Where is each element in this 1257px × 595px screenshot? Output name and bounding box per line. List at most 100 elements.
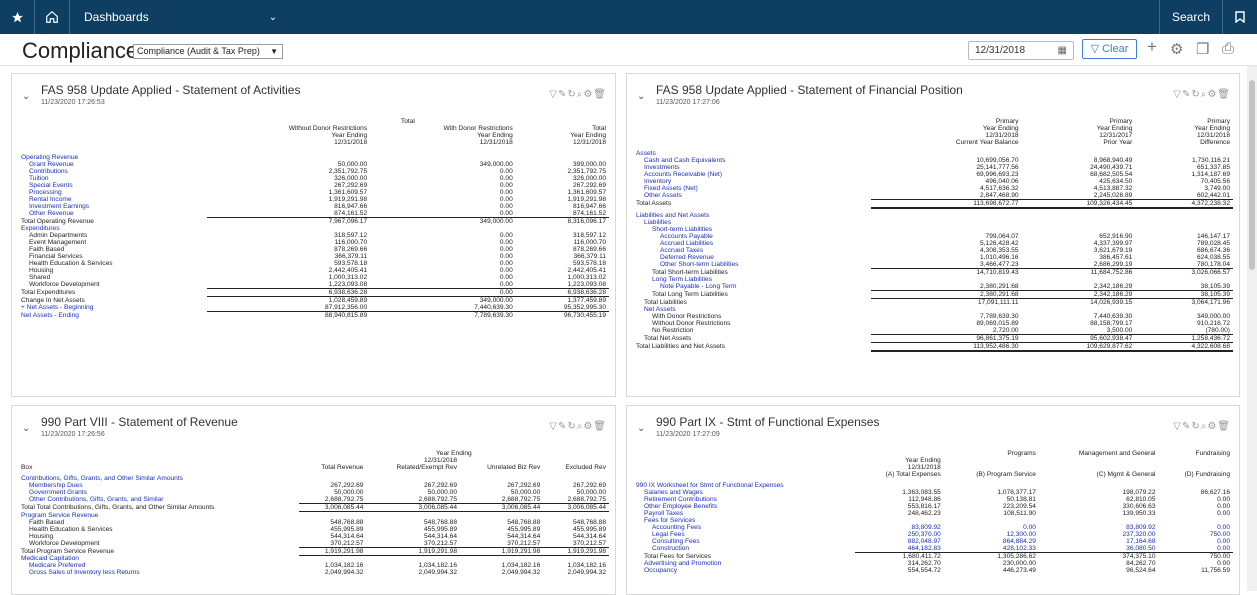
table-row: Other Revenue 874,161.52 0.00 874,161.52 [18, 210, 609, 218]
collapse-chevron-icon[interactable]: ⌄ [637, 91, 645, 102]
cell-value [871, 150, 1022, 157]
row-label[interactable]: Legal Fees [633, 531, 855, 538]
dashboard-select[interactable]: Compliance (Audit & Tax Prep) ▼ [133, 44, 283, 59]
row-label[interactable]: Occupancy [633, 567, 855, 574]
row-label: Total Liabilities [644, 298, 687, 306]
row-label[interactable]: Note Payable - Long Term [633, 283, 871, 291]
home-icon[interactable] [35, 0, 69, 34]
panel-timestamp: 11/23/2020 17:27:09 [656, 431, 720, 438]
table-row: Advertising and Promotion 314,262.70 230,0… [633, 560, 1233, 567]
settings-icon[interactable]: ⚙ [583, 421, 593, 432]
row-label[interactable]: Fixed Assets (Net) [633, 185, 871, 192]
row-label[interactable]: Net Assets [633, 306, 871, 313]
row-label[interactable]: Tuition [18, 175, 207, 182]
copy-icon[interactable]: ❐ [1196, 40, 1209, 58]
row-label[interactable]: Liabilities [633, 219, 871, 226]
row-label[interactable]: Accounts Payable [633, 233, 871, 240]
row-label[interactable]: Program Service Revenue [18, 512, 299, 519]
row-label[interactable]: Net Assets - Ending [18, 312, 207, 320]
filter-icon[interactable]: ▽ [1173, 89, 1182, 100]
refresh-icon[interactable]: ↻ [1191, 89, 1200, 100]
row-label[interactable]: Contributions, Gifts, Grants, and Other … [18, 475, 299, 482]
delete-icon[interactable]: 🗑 [1217, 421, 1231, 432]
row-label[interactable]: Investments [633, 164, 871, 171]
row-label[interactable]: Processing [18, 189, 207, 196]
filter-icon[interactable]: ▽ [549, 421, 558, 432]
settings-icon[interactable]: ⚙ [1207, 421, 1217, 432]
row-label[interactable]: Advertising and Promotion [633, 560, 855, 567]
refresh-icon[interactable]: ↻ [1191, 421, 1200, 432]
settings-icon[interactable]: ⚙ [583, 89, 593, 100]
row-label[interactable]: Grant Revenue [18, 161, 207, 168]
edit-icon[interactable]: ✎ [558, 89, 567, 100]
cell-value [871, 306, 1022, 313]
row-label[interactable]: Inventory [633, 178, 871, 185]
row-label[interactable]: Rental Income [18, 196, 207, 203]
row-label[interactable]: Other Contributions, Gifts, Grants, and … [18, 496, 299, 504]
calendar-icon[interactable]: ▦ [1058, 42, 1067, 59]
row-label[interactable]: Other Revenue [18, 210, 207, 218]
row-label[interactable]: Long Term Liabilities [633, 276, 871, 283]
edit-icon[interactable]: ✎ [1182, 89, 1191, 100]
row-label[interactable]: Membership Dues [18, 482, 299, 489]
column-header [633, 471, 855, 478]
cell-value: 2,049,994.32 [501, 569, 541, 576]
scrollbar-thumb[interactable] [1249, 80, 1255, 270]
row-label[interactable]: Short-term Liabilities [633, 226, 871, 233]
collapse-chevron-icon[interactable]: ⌄ [22, 91, 30, 102]
edit-icon[interactable]: ✎ [558, 421, 567, 432]
clear-filter-button[interactable]: ▽ Clear [1082, 39, 1137, 59]
settings-icon[interactable]: ⚙ [1170, 40, 1183, 58]
row-label[interactable]: Operating Revenue [18, 154, 207, 161]
dashboards-menu[interactable]: Dashboards ⌄ [84, 0, 277, 34]
collapse-chevron-icon[interactable]: ⌄ [22, 423, 30, 434]
search-button[interactable]: Search [1160, 0, 1222, 34]
row-label[interactable]: Cash and Cash Equivalents [633, 157, 871, 164]
row-label[interactable]: 990 IX Worksheet for Stmt of Functional … [633, 482, 855, 489]
row-label[interactable]: + Net Assets - Beginning [18, 304, 207, 312]
row-label[interactable]: Government Grants [18, 489, 299, 496]
row-label[interactable]: Fees for Services [633, 517, 855, 524]
row-label[interactable]: Deferred Revenue [633, 254, 871, 261]
delete-icon[interactable]: 🗑 [593, 89, 607, 100]
row-label[interactable]: Gross Sales of Inventory less Returns [18, 569, 299, 576]
edit-icon[interactable]: ✎ [1182, 421, 1191, 432]
page-scrollbar[interactable] [1247, 66, 1257, 591]
row-label[interactable]: Accrued Liabilities [633, 240, 871, 247]
row-label[interactable]: Other Assets [633, 192, 871, 200]
filter-icon[interactable]: ▽ [549, 89, 558, 100]
row-label[interactable]: Construction [633, 545, 855, 553]
column-header: 12/31/2018 [1196, 132, 1230, 139]
date-filter-input[interactable]: 12/31/2018 ▦ [968, 41, 1074, 60]
bookmark-icon[interactable] [1223, 0, 1257, 34]
row-label[interactable]: Accounts Receivable (Net) [633, 171, 871, 178]
cell-value: 3,006,085.44 [298, 503, 367, 512]
delete-icon[interactable]: 🗑 [1217, 89, 1231, 100]
row-label[interactable]: Investment Earnings [18, 203, 207, 210]
delete-icon[interactable]: 🗑 [593, 421, 607, 432]
collapse-chevron-icon[interactable]: ⌄ [637, 423, 645, 434]
row-label[interactable]: Contributions [18, 168, 207, 175]
refresh-icon[interactable]: ↻ [567, 89, 576, 100]
row-label[interactable]: Consulting Fees [633, 538, 855, 545]
row-label[interactable]: Medicaid Capitation [18, 555, 299, 562]
row-label[interactable]: Payroll Taxes [633, 510, 855, 517]
row-label[interactable]: Salaries and Wages [633, 489, 855, 496]
star-icon[interactable] [0, 0, 34, 34]
row-label[interactable]: Special Events [18, 182, 207, 189]
row-label[interactable]: Liabilities and Net Assets [633, 212, 871, 219]
row-label[interactable]: Other Employee Benefits [633, 503, 855, 510]
row-label[interactable]: Assets [633, 150, 871, 157]
row-label[interactable]: Accounting Fees [633, 524, 855, 531]
filter-icon[interactable]: ▽ [1173, 421, 1182, 432]
add-icon[interactable]: + [1147, 37, 1157, 57]
print-icon[interactable]: ⎙ [1222, 40, 1234, 57]
row-label[interactable]: Retirement Contributions [633, 496, 855, 503]
row-label[interactable]: Expenditures [18, 225, 207, 232]
row-label[interactable]: Medicare Preferred [18, 562, 299, 569]
row-label[interactable]: Other Short-term Liabilities [633, 261, 871, 269]
refresh-icon[interactable]: ↻ [567, 421, 576, 432]
settings-icon[interactable]: ⚙ [1207, 89, 1217, 100]
chevron-down-icon[interactable]: ⌄ [124, 47, 132, 58]
row-label[interactable]: Accrued Taxes [633, 247, 871, 254]
